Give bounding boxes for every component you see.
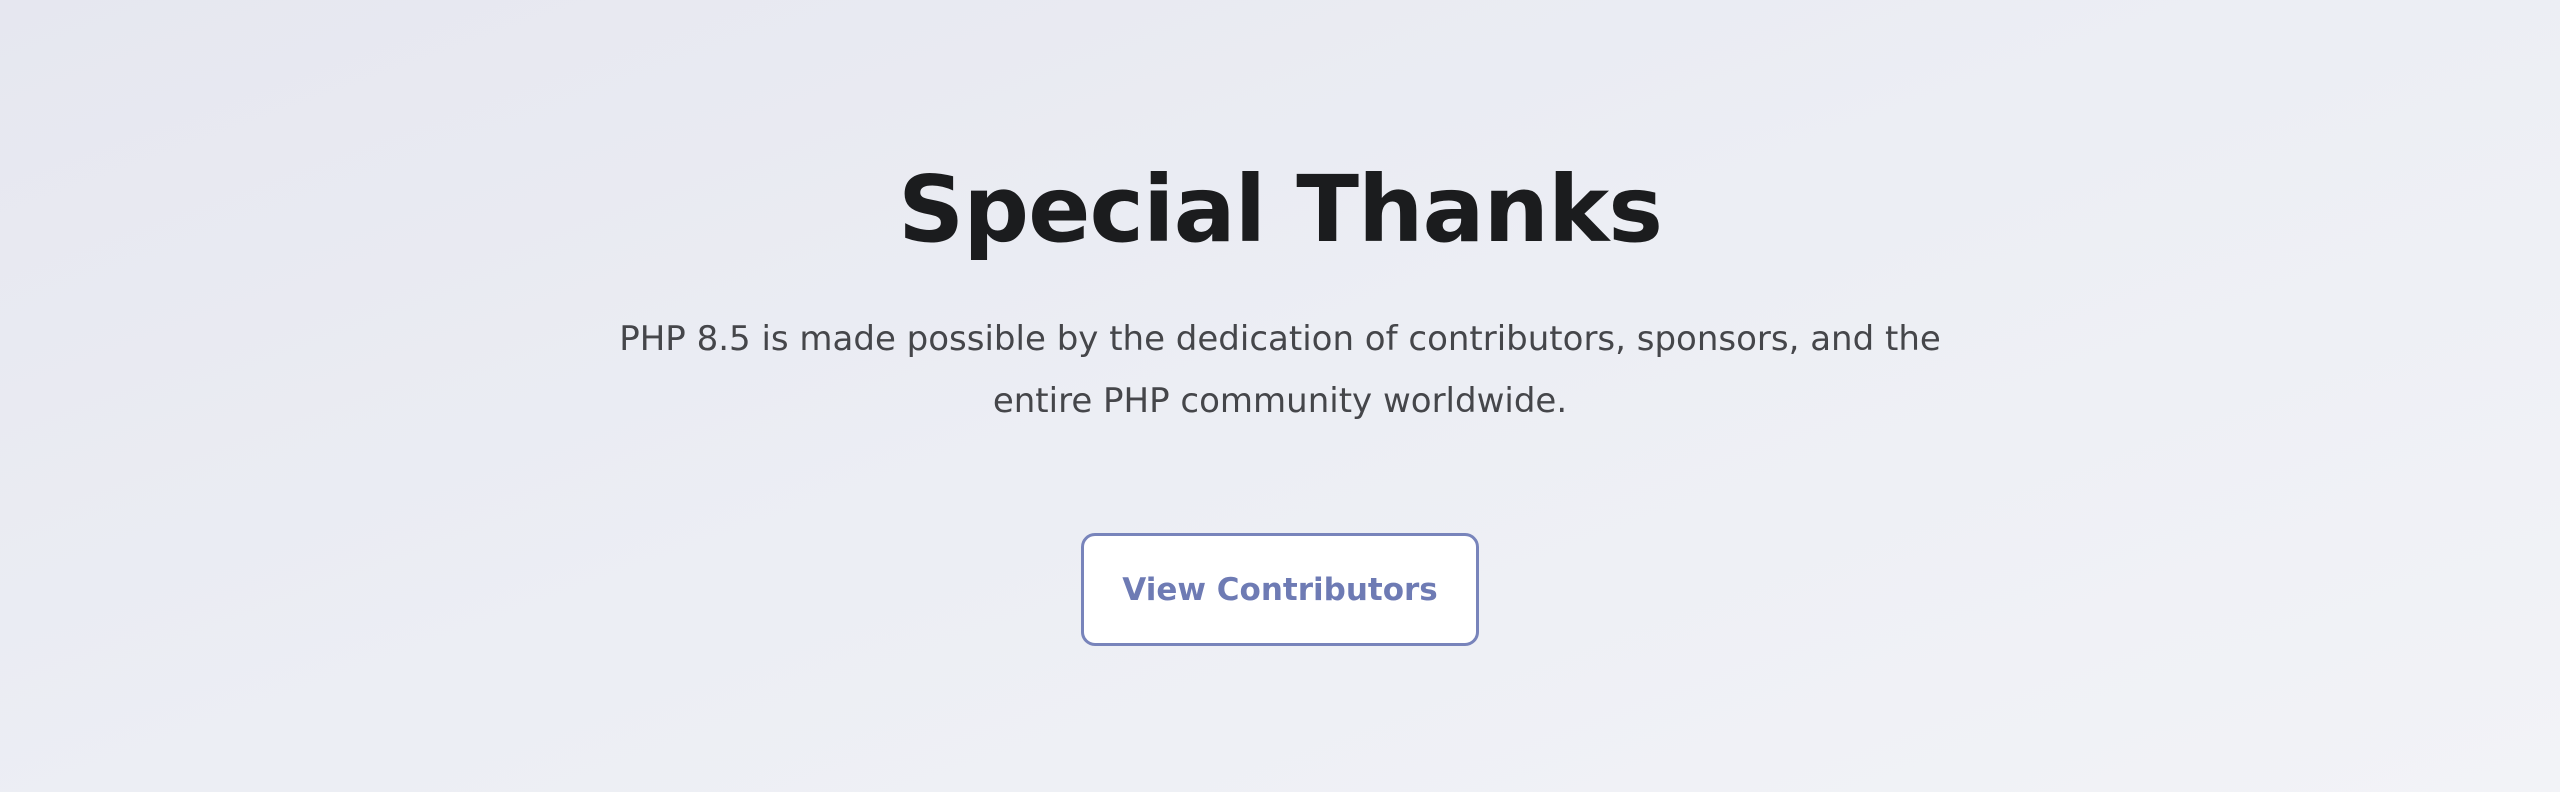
section-title: Special Thanks xyxy=(897,156,1663,263)
view-contributors-button[interactable]: View Contributors xyxy=(1081,533,1479,646)
section-description: PHP 8.5 is made possible by the dedicati… xyxy=(619,319,1941,421)
special-thanks-section: Special Thanks PHP 8.5 is made possible … xyxy=(0,0,2560,792)
